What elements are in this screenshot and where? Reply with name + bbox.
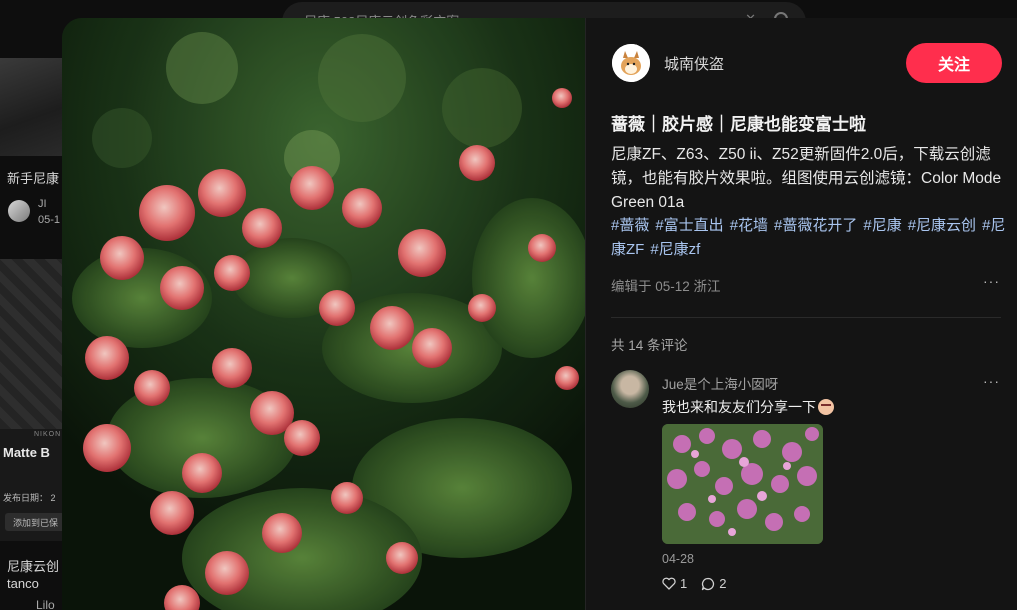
feed-card-title: Matte B (3, 445, 50, 460)
comment-date: 04-28 (662, 552, 694, 566)
comment-more-icon[interactable]: ··· (983, 373, 1000, 389)
tag-list: #蔷薇 #富士直出 #花墙 #蔷薇花开了 #尼康 #尼康云创 #尼康ZF #尼康zf (611, 214, 1006, 262)
comment-text-content: 我也来和友友们分享一下 (662, 399, 816, 415)
emoji-icon (818, 399, 834, 415)
add-button[interactable]: 添加到已保 (5, 513, 65, 531)
tag-link[interactable]: #蔷薇花开了 (774, 217, 857, 234)
post-description: 尼康ZF、Z63、Z50 ii、Z52更新固件2.0后，下载云创滤镜，也能有胶片… (611, 146, 1002, 211)
tag-link[interactable]: #花墙 (730, 217, 768, 234)
date-value: 2 (50, 493, 56, 503)
avatar[interactable] (8, 200, 30, 222)
comment-actions: 1 2 (662, 576, 740, 591)
commenter-avatar[interactable] (611, 370, 649, 408)
author-name[interactable]: 城南侠盗 (664, 53, 724, 74)
dog-avatar-icon (612, 44, 650, 82)
feed-card-title: 尼康云创 (7, 559, 60, 574)
post-photo[interactable] (62, 18, 585, 610)
post-title: 蔷薇｜胶片感｜尼康也能变富士啦 (611, 115, 866, 134)
feed-card-date: 发布日期： 2 (3, 491, 56, 504)
divider (611, 317, 1001, 318)
tag-link[interactable]: #尼康 (863, 217, 901, 234)
tag-link[interactable]: #尼康zf (650, 241, 700, 258)
feed-card-image (0, 259, 62, 429)
tag-link[interactable]: #尼康云创 (908, 217, 976, 234)
heart-icon (662, 577, 676, 590)
feed-card-title: 新手尼康 (7, 171, 60, 186)
note-detail-modal: 城南侠盗 关注 蔷薇｜胶片感｜尼康也能变富士啦 尼康ZF、Z63、Z50 ii、… (62, 18, 1017, 610)
feed-card-author: JI (38, 198, 47, 210)
date-label: 发布日期： (3, 493, 49, 503)
commenter-name[interactable]: Jue是个上海小囡呀 (662, 373, 778, 393)
feed-card-date: 05-1 (38, 214, 61, 226)
tag-link[interactable]: #蔷薇 (611, 217, 649, 234)
note-detail-panel: 城南侠盗 关注 蔷薇｜胶片感｜尼康也能变富士啦 尼康ZF、Z63、Z50 ii、… (585, 18, 1017, 610)
flower-wall-image (662, 424, 823, 544)
tag-link[interactable]: #富士直出 (655, 217, 723, 234)
feed-card-author: Lilo (36, 598, 55, 610)
author-avatar[interactable] (612, 44, 650, 82)
feed-card-brand: NIKON (34, 431, 62, 438)
rose-bush-image (62, 18, 585, 610)
like-button[interactable]: 1 (662, 576, 687, 591)
edited-info: 编辑于 05-12 浙江 (611, 279, 721, 294)
author-info[interactable]: 城南侠盗 (612, 44, 724, 82)
reply-count: 2 (719, 576, 727, 591)
page: 尼康 508尼康云创色彩方案 ✕ 新手尼康 JI 05-1 NIKON Matt… (0, 0, 1017, 610)
comment-image[interactable] (662, 424, 823, 544)
comment-count: 共 14 条评论 (611, 338, 688, 353)
comment-text: 我也来和友友们分享一下 (662, 397, 834, 417)
follow-button[interactable]: 关注 (906, 43, 1002, 83)
like-count: 1 (680, 576, 688, 591)
reply-button[interactable]: 2 (701, 576, 726, 591)
feed-card-subtitle: tanco (7, 576, 39, 591)
feed-card-image (0, 58, 62, 156)
comment-bubble-icon (702, 577, 715, 590)
feed-card[interactable]: NIKON Matte B 发布日期： 2 添加到已保 (0, 259, 65, 541)
more-options-icon[interactable]: ··· (983, 273, 1000, 289)
